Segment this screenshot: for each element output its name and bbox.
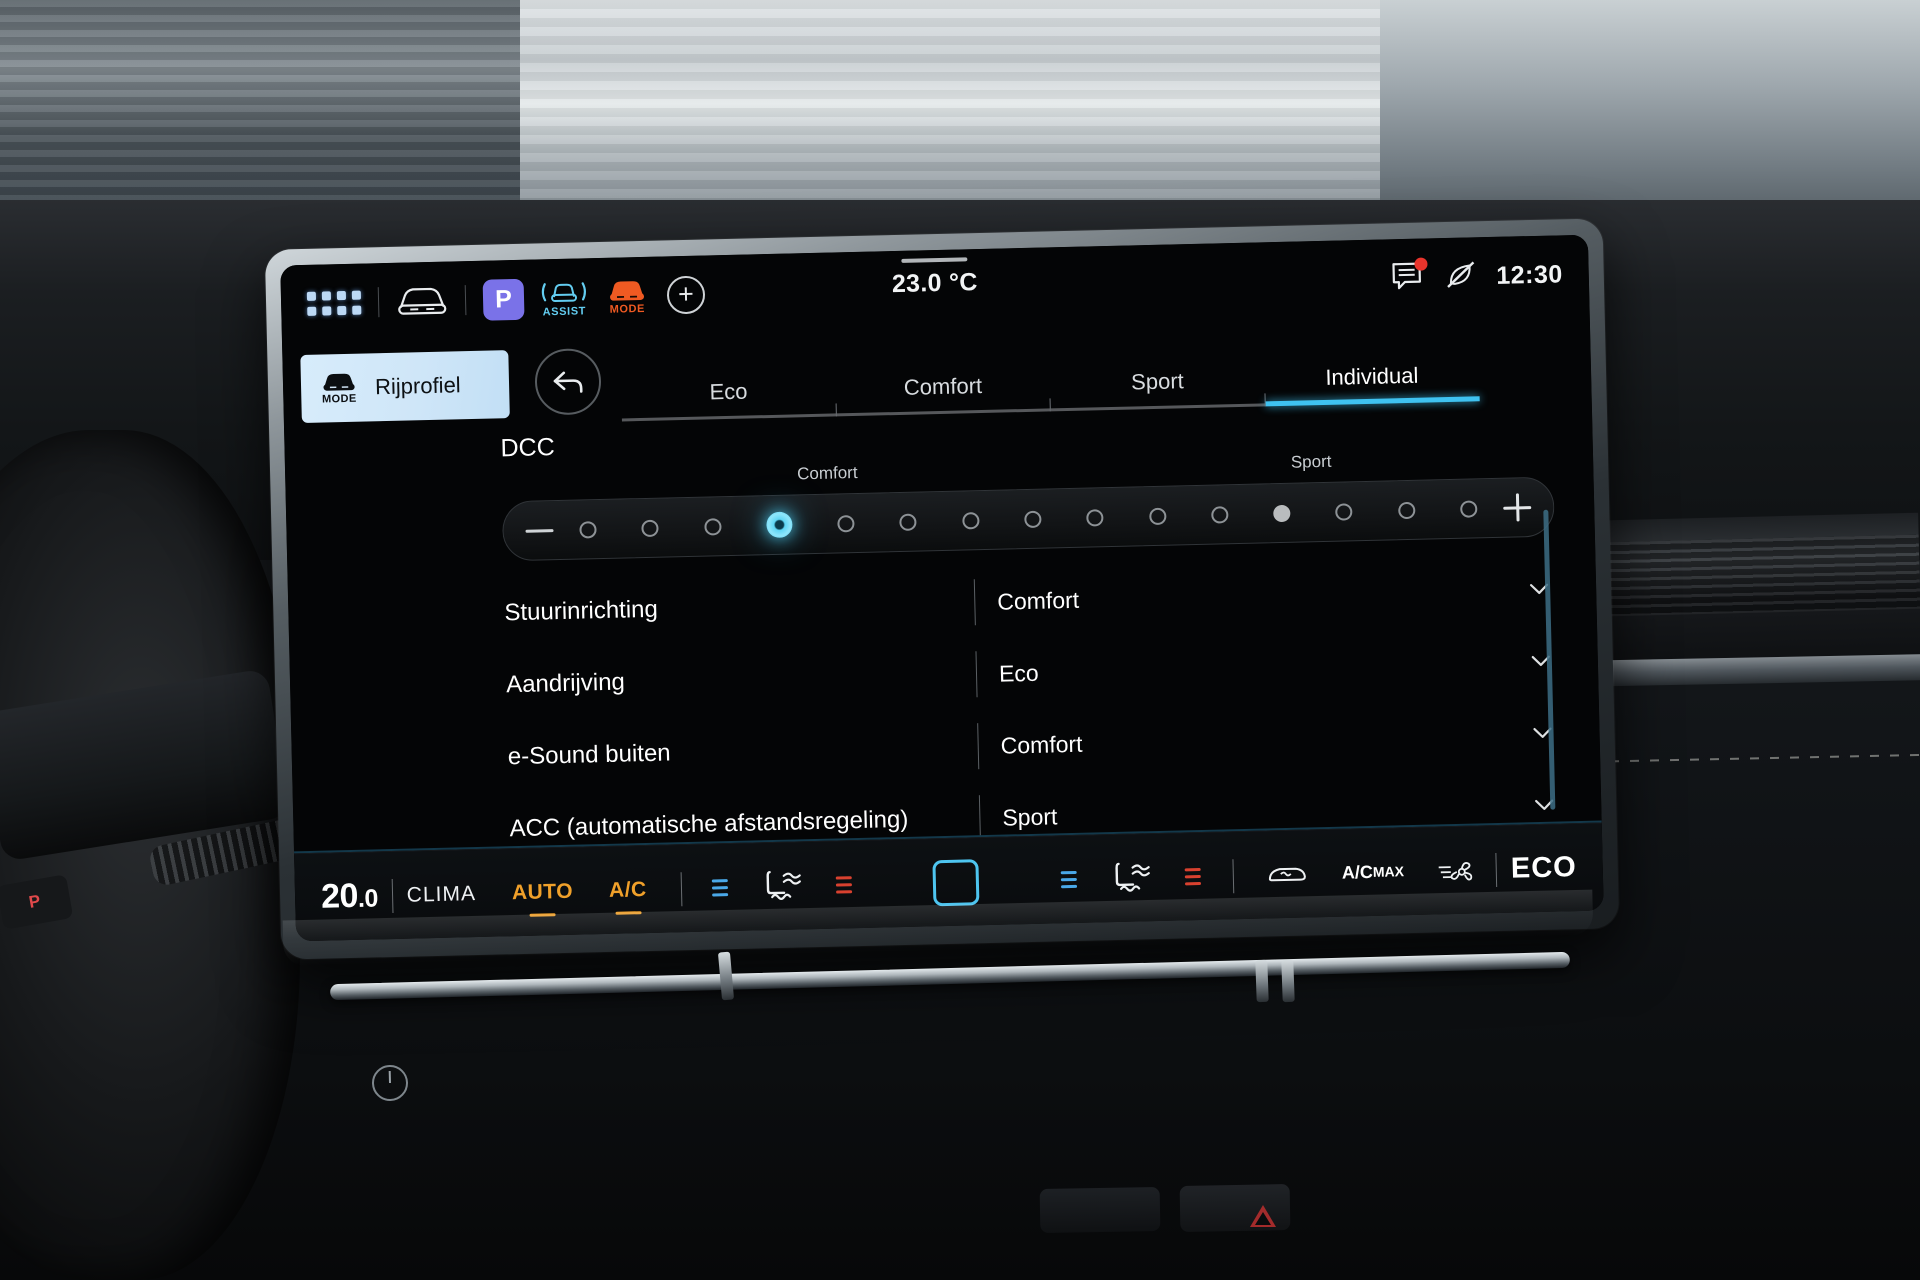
trim-notch [1281,959,1295,1003]
ac-max-line1: A/C [1341,862,1374,883]
window-pillar-left [0,0,520,230]
seat-climate-icon-right[interactable] [1108,859,1153,898]
seat-climate-icon-left[interactable] [759,867,804,906]
tab-eco[interactable]: Eco [621,376,837,422]
dcc-step[interactable] [1459,499,1478,518]
settings-pane: DCC Comfort Sport Stuurinrichting Comfor… [500,410,1561,849]
park-badge-label: P [494,284,513,313]
climate-divider [1495,852,1498,887]
car-front-icon[interactable] [396,284,449,319]
tab-sport[interactable]: Sport [1050,366,1266,412]
dcc-step[interactable] [1397,501,1416,519]
drag-handle[interactable] [901,257,968,263]
status-divider [464,285,467,316]
building-background [520,0,1380,200]
dcc-step[interactable] [703,517,722,536]
dcc-step[interactable] [961,511,980,530]
app-tab-icon-label: MODE [321,392,357,406]
fan-icon[interactable] [1436,856,1477,885]
app-tab-rijprofiel[interactable]: MODE Rijprofiel [300,350,510,424]
tab-individual[interactable]: Individual [1264,361,1480,407]
dcc-decrease-button[interactable] [525,528,554,533]
ac-button[interactable]: A/C [608,877,647,915]
ac-label: A/C [608,877,647,902]
drive-mode-icon-dark: MODE [317,371,362,406]
row-divider [973,579,976,626]
dcc-step[interactable] [1210,505,1229,524]
eco-button[interactable]: ECO [1511,851,1578,886]
leaf-crossed-icon[interactable] [1444,259,1477,295]
ac-max-button[interactable]: A/C MAX [1341,862,1405,883]
tab-comfort-label: Comfort [903,373,983,400]
dcc-step[interactable] [1024,510,1042,528]
tab-eco-label: Eco [709,378,748,405]
seat-heat-bars-right-icon[interactable] [1184,867,1202,886]
notification-dot [1413,256,1428,271]
dcc-label-sport: Sport [1290,451,1332,472]
add-shortcut-icon[interactable]: + [666,275,706,315]
status-divider [377,287,380,318]
dcc-step[interactable] [1086,508,1104,527]
row-divider [977,723,980,770]
setting-value: Comfort [996,586,1080,615]
climate-temp-int: 20 [320,876,359,916]
dcc-step[interactable] [1335,502,1353,521]
infotainment-screen: P ASSIST MODE + 23.0 °C 12:30 MODE Rijpr… [280,234,1604,942]
auto-label: AUTO [511,879,574,904]
ac-max-line2: MAX [1372,863,1405,881]
setting-label: Aandrijving [505,668,626,699]
dcc-step-sport-marker[interactable] [1273,504,1291,522]
main-content: MODE Rijprofiel Eco Comfort Sport Indivi… [282,313,1602,854]
dcc-step[interactable] [579,520,597,539]
clima-button[interactable]: CLIMA [406,882,476,908]
row-divider [975,651,978,698]
dcc-step[interactable] [1148,507,1167,525]
outside-temperature: 23.0 °C [891,268,978,299]
climate-divider [391,878,394,913]
dcc-step[interactable] [899,513,918,531]
rear-defrost-icon[interactable] [1264,860,1311,889]
clock: 12:30 [1495,259,1564,290]
climate-temperature-left[interactable]: 20.0 [321,876,379,916]
climate-divider [680,871,683,906]
drive-mode-label: MODE [609,302,646,316]
setting-label: e-Sound buiten [507,739,671,771]
dcc-step[interactable] [837,514,855,532]
drive-mode-icon[interactable]: MODE [604,277,651,316]
climate-temp-dec: .0 [357,884,379,913]
blower-bars-right-icon[interactable] [1060,870,1078,889]
park-assist-badge[interactable]: P [482,278,525,321]
dcc-increase-button[interactable] [1503,493,1532,522]
settings-rows: Stuurinrichting Comfort Aandrijving Eco [504,553,1562,849]
dcc-label-comfort: Comfort [796,462,858,484]
square-button-icon[interactable] [932,858,980,906]
message-bubble-icon[interactable] [1390,256,1428,296]
assist-label: ASSIST [542,304,587,318]
temperature-display[interactable]: 23.0 °C [891,257,978,299]
blower-bars-icon[interactable] [711,879,728,897]
dcc-step-selected[interactable] [765,511,793,539]
park-brake-label: P [27,891,43,912]
app-tab-label: Rijprofiel [374,372,461,400]
setting-value: Eco [998,659,1039,687]
tab-comfort[interactable]: Comfort [835,371,1051,417]
trim-notch [1255,959,1269,1003]
tab-individual-label: Individual [1325,362,1419,390]
climate-divider [1232,858,1235,893]
center-console-button-left[interactable] [1039,1186,1161,1234]
setting-value: Comfort [1000,730,1083,759]
dcc-slider-steps[interactable] [579,495,1478,542]
auto-button[interactable]: AUTO [511,879,574,917]
hazard-light-button[interactable] [1250,1205,1276,1227]
assist-icon[interactable]: ASSIST [541,278,588,318]
grid-apps-icon[interactable] [306,290,362,316]
drive-mode-tabs: Eco Comfort Sport Individual [620,335,1480,422]
dcc-step[interactable] [641,519,659,537]
seat-heat-bars-left-icon[interactable] [835,876,852,894]
setting-label: Stuurinrichting [504,595,659,627]
infotainment-bezel: P ASSIST MODE + 23.0 °C 12:30 MODE Rijpr… [264,218,1620,960]
back-button[interactable] [534,347,602,416]
tab-sport-label: Sport [1130,368,1185,395]
dcc-slider-group: Comfort Sport [501,447,1555,562]
